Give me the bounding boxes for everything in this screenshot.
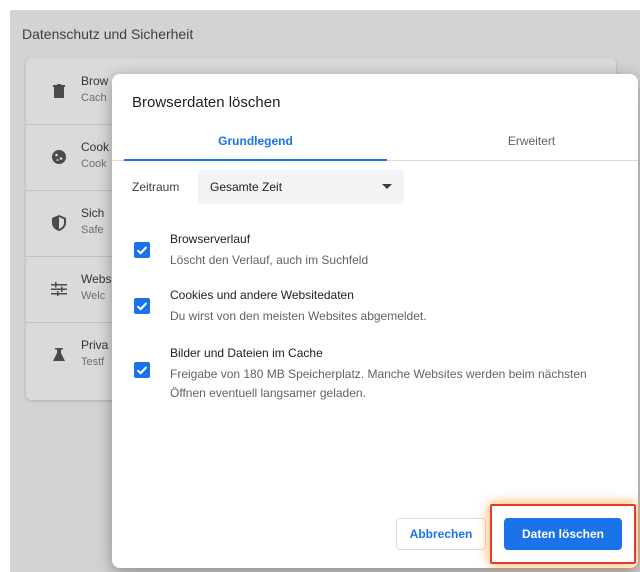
row-title: Webs	[81, 272, 112, 286]
time-range-value: Gesamte Zeit	[210, 180, 283, 194]
checkbox-cookies[interactable]	[134, 298, 150, 314]
option-description: Löscht den Verlauf, auch im Suchfeld	[170, 253, 369, 267]
option-label: Bilder und Dateien im Cache	[170, 346, 323, 360]
row-subtitle: Welc	[81, 290, 106, 302]
tab-basic[interactable]: Grundlegend	[124, 126, 387, 161]
checkmark-icon	[136, 246, 148, 255]
option-description: Du wirst von den meisten Websites abgeme…	[170, 309, 427, 323]
row-subtitle: Cook	[81, 158, 107, 170]
row-title: Sich	[81, 206, 105, 220]
checkbox-cache[interactable]	[134, 362, 150, 378]
row-subtitle: Testf	[81, 356, 105, 368]
option-description: Freigabe von 180 MB Speicherplatz. Manch…	[170, 367, 587, 400]
shield-icon	[48, 212, 70, 234]
dropdown-arrow-icon	[382, 184, 392, 189]
clear-browsing-data-dialog: Browserdaten löschen Grundlegend Erweite…	[112, 74, 638, 568]
dialog-tabs: Grundlegend Erweitert	[112, 126, 638, 161]
cancel-button[interactable]: Abbrechen	[396, 518, 486, 550]
row-title: Brow	[81, 74, 109, 88]
section-title: Datenschutz und Sicherheit	[22, 26, 194, 42]
row-subtitle: Cach	[81, 92, 107, 104]
clear-data-button[interactable]: Daten löschen	[504, 518, 622, 550]
flask-icon	[48, 344, 70, 366]
checkmark-icon	[136, 366, 148, 375]
time-range-label: Zeitraum	[132, 180, 180, 194]
tab-advanced[interactable]: Erweitert	[400, 126, 640, 160]
option-label: Browserverlauf	[170, 232, 251, 246]
checkbox-browsing-history[interactable]	[134, 242, 150, 258]
cookie-icon	[48, 146, 70, 168]
row-title: Priva	[81, 338, 109, 352]
time-range-select[interactable]: Gesamte Zeit	[198, 170, 404, 204]
checkmark-icon	[136, 302, 148, 311]
trash-icon	[48, 80, 70, 102]
row-title: Cook	[81, 140, 110, 154]
dialog-title: Browserdaten löschen	[132, 94, 281, 111]
sliders-icon	[48, 278, 70, 300]
row-subtitle: Safe	[81, 224, 104, 236]
option-label: Cookies und andere Websitedaten	[170, 288, 354, 302]
